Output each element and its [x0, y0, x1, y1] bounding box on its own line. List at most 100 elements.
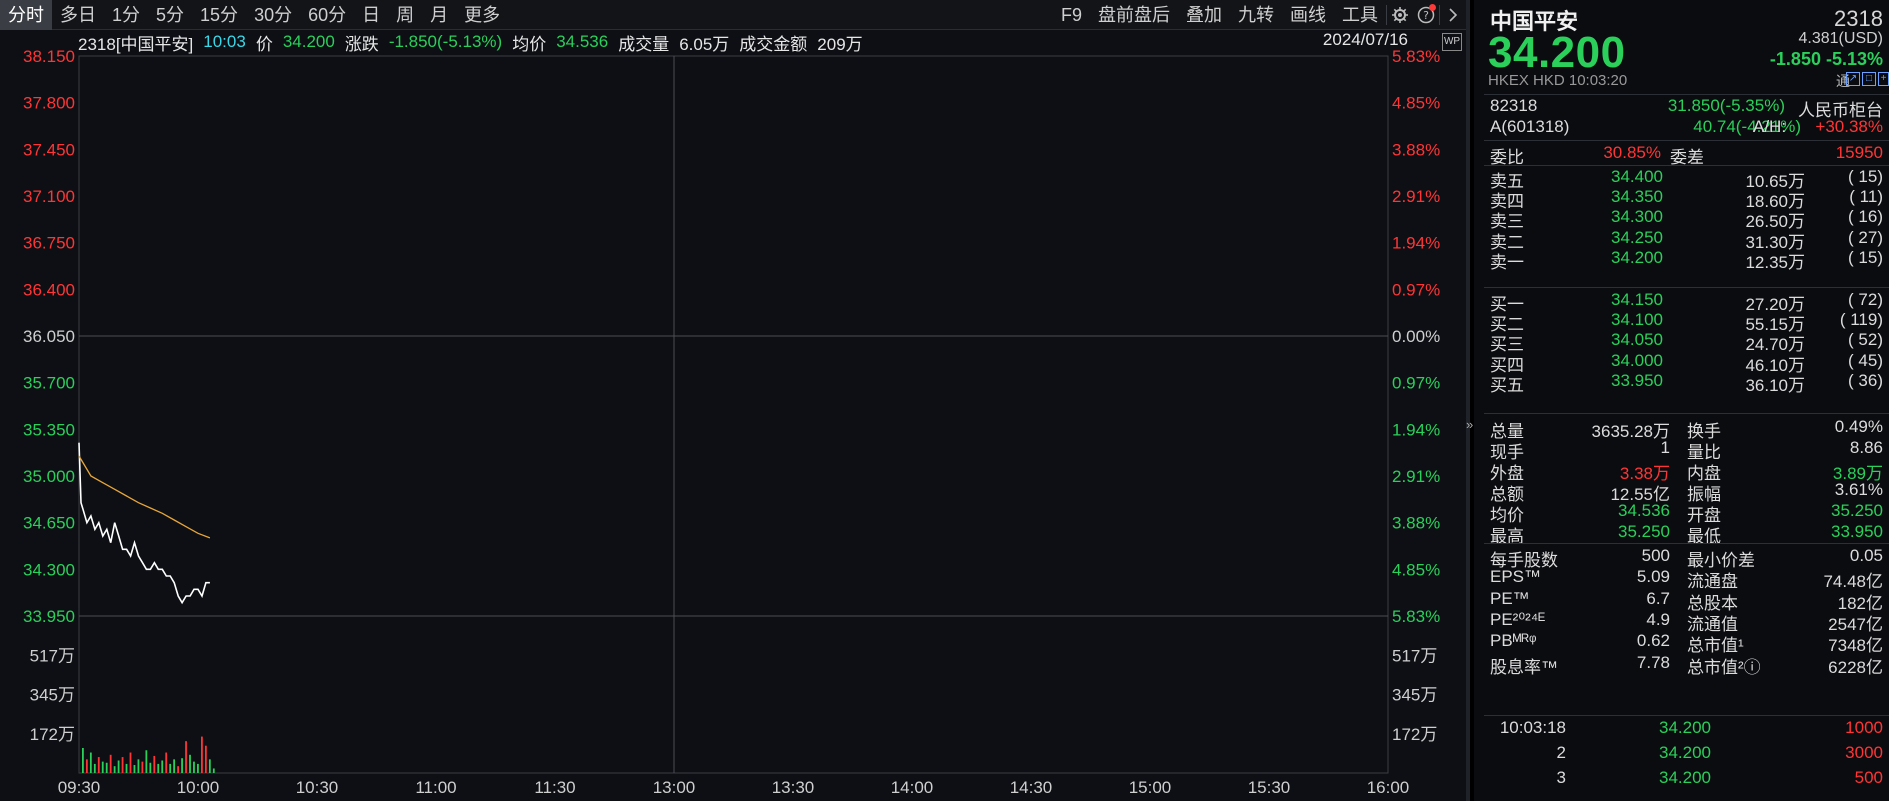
tick-row: 10:03:18 34.200 1000: [1474, 718, 1889, 742]
fundamental-value: 7.78: [1636, 652, 1670, 672]
tick-volume: 500: [1854, 768, 1883, 787]
price-tick-label: 36.050: [23, 327, 75, 346]
volume-bar: [109, 754, 112, 773]
divider-line: [1484, 140, 1889, 141]
time-tick-label: 16:00: [1367, 778, 1410, 797]
volume-bar: [125, 763, 128, 773]
volume-bar: [153, 755, 156, 773]
pct-tick-label: 1.94%: [1392, 420, 1440, 439]
volume-bar: [177, 766, 179, 773]
bid-row: 买五 33.950 36.10万 ( 36): [1474, 371, 1889, 395]
price-tick-label: 36.400: [23, 280, 75, 299]
volume-bar: [173, 759, 176, 773]
linked-ah-label: A/H:: [1753, 117, 1787, 136]
volume-bar: [193, 761, 195, 773]
intraday-chart[interactable]: 38.150 5.83% 37.800 4.85% 37.450 3.88% 37.100 2…: [0, 0, 1466, 801]
time-tick-label: 09:30: [58, 778, 101, 797]
price-tick-label: 37.450: [23, 140, 75, 159]
stat-value: 33.950: [1831, 522, 1883, 541]
ask-price: 34.200: [1611, 247, 1663, 267]
pct-tick-label: 5.83%: [1392, 47, 1440, 66]
volume-bar: [201, 736, 203, 773]
volume-bar: [93, 763, 96, 773]
volume-tick-label: 345万: [30, 686, 75, 705]
volume-tick-label: 517万: [1392, 646, 1437, 665]
volume-bar: [197, 763, 199, 773]
time-tick-label: 14:00: [891, 778, 934, 797]
volume-bar: [113, 766, 116, 773]
bid-count: ( 45): [1848, 350, 1883, 370]
volume-bar: [157, 763, 160, 773]
bid-price: 34.150: [1611, 290, 1663, 309]
linked-row: A(601318) 40.74(-4.21%) A/H: +30.38%: [1474, 117, 1889, 141]
ask-price: 34.350: [1611, 187, 1663, 207]
price-tick-label: 35.000: [23, 467, 75, 486]
volume-tick-label: 172万: [1392, 725, 1437, 744]
fundamental-label: PE™: [1490, 588, 1530, 608]
linked-code: 82318: [1490, 96, 1538, 115]
exchange-time: HKEX HKD 10:03:20: [1488, 72, 1628, 89]
bid-count: ( 119): [1839, 310, 1883, 330]
fundamental-value: 5.09: [1636, 567, 1670, 587]
pct-tick-label: 4.85%: [1392, 560, 1440, 579]
volume-bar: [212, 768, 215, 773]
bell-icon[interactable]: □: [1862, 72, 1876, 86]
fundamental-label: PBᴹᴿᵠ: [1490, 631, 1537, 651]
fundamental-label: 股息率™: [1490, 657, 1558, 677]
bid-price: 34.050: [1611, 330, 1663, 350]
ask-price: 34.300: [1611, 207, 1663, 227]
volume-bar: [137, 759, 140, 773]
price-tick-label: 37.100: [23, 187, 75, 206]
tick-price: 34.200: [1659, 718, 1711, 737]
bid-count: ( 52): [1848, 330, 1883, 350]
avg-price-line: [78, 455, 211, 539]
tick-time: 3: [1556, 768, 1566, 787]
fundamental-value: 6.7: [1646, 588, 1670, 608]
price-change: -1.850 -5.13%: [1769, 49, 1883, 69]
time-tick-label: 15:30: [1248, 778, 1291, 797]
usd-price: 4.381(USD): [1798, 30, 1883, 47]
bid-price: 34.000: [1611, 350, 1663, 370]
fundamental-value: 6228亿: [1828, 657, 1883, 677]
stat-value: 35.250: [1831, 501, 1883, 520]
volume-bar: [181, 758, 183, 773]
volume-bar: [204, 745, 207, 773]
volume-bar: [208, 759, 211, 773]
volume-bar: [141, 761, 144, 773]
tick-row: 2 34.200 3000: [1474, 743, 1889, 767]
bid-price: 33.950: [1611, 370, 1663, 390]
volume-bar: [133, 765, 136, 773]
fundamental-row: 股息率™ 7.78 总市值²ⓘ 6228亿: [1474, 653, 1889, 677]
volume-bar: [82, 747, 84, 773]
ask-vol: 12.35万: [1745, 252, 1805, 272]
pct-tick-label: 5.83%: [1392, 607, 1440, 626]
ask-count: ( 11): [1849, 187, 1883, 207]
bid-price: 34.100: [1611, 310, 1663, 330]
volume-bar: [89, 752, 92, 773]
time-tick-label: 10:30: [296, 778, 339, 797]
add-icon[interactable]: +: [1878, 72, 1889, 86]
panel-divider[interactable]: [1466, 0, 1470, 801]
volume-bar: [169, 763, 172, 773]
tick-time: 10:03:18: [1499, 718, 1566, 737]
ask-row: 卖一 34.200 12.35万 ( 15): [1474, 248, 1889, 272]
fundamental-label: EPS™: [1490, 567, 1542, 587]
stat-value: 34.536: [1618, 501, 1670, 520]
stock-code: 2318: [1834, 6, 1883, 31]
price-tick-label: 38.150: [23, 47, 75, 66]
ask-label: 卖一: [1490, 252, 1524, 272]
price-tick-label: 34.650: [23, 514, 75, 533]
volume-bar: [85, 759, 88, 773]
linked-ah: +30.38%: [1815, 117, 1883, 136]
edit-icon[interactable]: ↗: [1846, 72, 1860, 86]
bid-count: ( 36): [1848, 370, 1883, 390]
pct-tick-label: 4.85%: [1392, 94, 1440, 113]
ask-count: ( 15): [1848, 247, 1883, 267]
fundamental-value: 4.9: [1646, 609, 1670, 629]
linked-code: A(601318): [1490, 117, 1570, 136]
volume-bar: [117, 760, 120, 773]
tick-time: 2: [1556, 743, 1566, 762]
linked-price: 31.850(-5.35%): [1667, 96, 1785, 115]
volume-bar: [101, 761, 104, 773]
stat-value: 35.250: [1618, 522, 1670, 541]
